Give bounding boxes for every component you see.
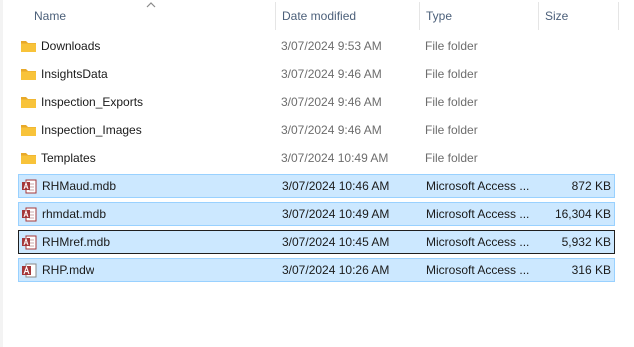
- file-row[interactable]: Downloads 3/07/2024 9:53 AM File folder: [18, 34, 615, 58]
- file-size: 5,932 KB: [561, 235, 611, 249]
- folder-icon: [20, 122, 37, 137]
- file-date-modified: 3/07/2024 9:53 AM: [281, 39, 382, 53]
- file-date-modified: 3/07/2024 10:45 AM: [282, 235, 390, 249]
- file-date-modified: 3/07/2024 10:46 AM: [282, 179, 390, 193]
- file-row[interactable]: Templates 3/07/2024 10:49 AM File folder: [18, 146, 615, 170]
- file-type: File folder: [425, 123, 478, 137]
- file-type: Microsoft Access ...: [426, 235, 530, 249]
- file-type: Microsoft Access ...: [426, 179, 530, 193]
- navigation-pane-edge: [0, 0, 3, 347]
- column-header-size[interactable]: Size: [545, 0, 568, 32]
- file-size: 316 KB: [571, 263, 611, 277]
- column-divider[interactable]: [275, 2, 276, 30]
- file-date-modified: 3/07/2024 9:46 AM: [281, 95, 382, 109]
- file-name: Inspection_Images: [41, 123, 142, 137]
- file-name: Templates: [41, 151, 96, 165]
- file-date-modified: 3/07/2024 9:46 AM: [281, 123, 382, 137]
- file-date-modified: 3/07/2024 10:49 AM: [281, 151, 389, 165]
- file-type: Microsoft Access ...: [426, 207, 530, 221]
- file-type: File folder: [425, 95, 478, 109]
- file-date-modified: 3/07/2024 9:46 AM: [281, 67, 382, 81]
- folder-icon: [20, 38, 37, 53]
- folder-icon: [20, 66, 37, 81]
- access-database-icon: [21, 179, 38, 194]
- file-type: File folder: [425, 39, 478, 53]
- file-name: InsightsData: [41, 67, 108, 81]
- file-row[interactable]: RHMaud.mdb 3/07/2024 10:46 AM Microsoft Ac…: [18, 174, 615, 198]
- file-type: File folder: [425, 67, 478, 81]
- file-name: RHMaud.mdb: [42, 179, 117, 193]
- column-divider[interactable]: [419, 2, 420, 30]
- column-header-name[interactable]: Name: [34, 0, 66, 32]
- file-name: rhmdat.mdb: [42, 207, 107, 221]
- access-workgroup-icon: [21, 263, 38, 278]
- column-header-date-modified[interactable]: Date modified: [282, 0, 356, 32]
- file-date-modified: 3/07/2024 10:26 AM: [282, 263, 390, 277]
- file-size: 16,304 KB: [554, 207, 611, 221]
- file-row[interactable]: RHMref.mdb 3/07/2024 10:45 AM Microsoft Ac…: [18, 230, 615, 254]
- file-type: Microsoft Access ...: [426, 263, 530, 277]
- file-date-modified: 3/07/2024 10:49 AM: [282, 207, 390, 221]
- column-divider[interactable]: [618, 2, 619, 30]
- file-row[interactable]: Inspection_Images 3/07/2024 9:46 AM File f…: [18, 118, 615, 142]
- file-row[interactable]: rhmdat.mdb 3/07/2024 10:49 AM Microsoft Ac…: [18, 202, 615, 226]
- file-name: RHMref.mdb: [42, 235, 111, 249]
- folder-icon: [20, 150, 37, 165]
- column-header-type[interactable]: Type: [426, 0, 452, 32]
- file-name: RHP.mdw: [42, 263, 95, 277]
- file-size: 872 KB: [571, 179, 611, 193]
- file-name: Downloads: [41, 39, 101, 53]
- file-type: File folder: [425, 151, 478, 165]
- column-divider[interactable]: [538, 2, 539, 30]
- folder-icon: [20, 94, 37, 109]
- file-row[interactable]: RHP.mdw 3/07/2024 10:26 AM Microsoft Acces…: [18, 258, 615, 282]
- file-row[interactable]: InsightsData 3/07/2024 9:46 AM File folder: [18, 62, 615, 86]
- access-database-icon: [21, 207, 38, 222]
- access-database-icon: [21, 235, 38, 250]
- column-header-bar: Name Date modified Type Size: [0, 0, 634, 32]
- file-name: Inspection_Exports: [41, 95, 144, 109]
- file-row[interactable]: Inspection_Exports 3/07/2024 9:46 AM File …: [18, 90, 615, 114]
- sort-ascending-icon: [146, 2, 156, 8]
